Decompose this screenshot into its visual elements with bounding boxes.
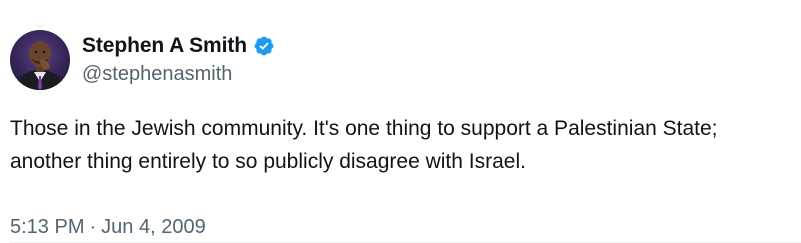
tweet-timestamp[interactable]: 5:13 PM · Jun 4, 2009 (10, 216, 206, 239)
profile-photo-icon (10, 30, 70, 90)
display-name-row[interactable]: Stephen A Smith (82, 33, 275, 59)
tweet-text-line: another thing entirely to so publicly di… (10, 150, 526, 173)
display-name[interactable]: Stephen A Smith (82, 34, 247, 58)
tweet-text-line: Those in the Jewish community. It's one … (10, 117, 718, 140)
tweet-card: Stephen A Smith @stephenasmith Those in … (0, 0, 801, 243)
meta-separator: · (89, 216, 97, 238)
tweet-text: Those in the Jewish community. It's one … (10, 112, 795, 178)
user-handle[interactable]: @stephenasmith (82, 63, 232, 86)
tweet-time[interactable]: 5:13 PM (10, 216, 84, 239)
tweet-date[interactable]: Jun 4, 2009 (101, 216, 206, 239)
verified-badge-icon[interactable] (253, 35, 275, 57)
avatar[interactable] (10, 30, 70, 90)
